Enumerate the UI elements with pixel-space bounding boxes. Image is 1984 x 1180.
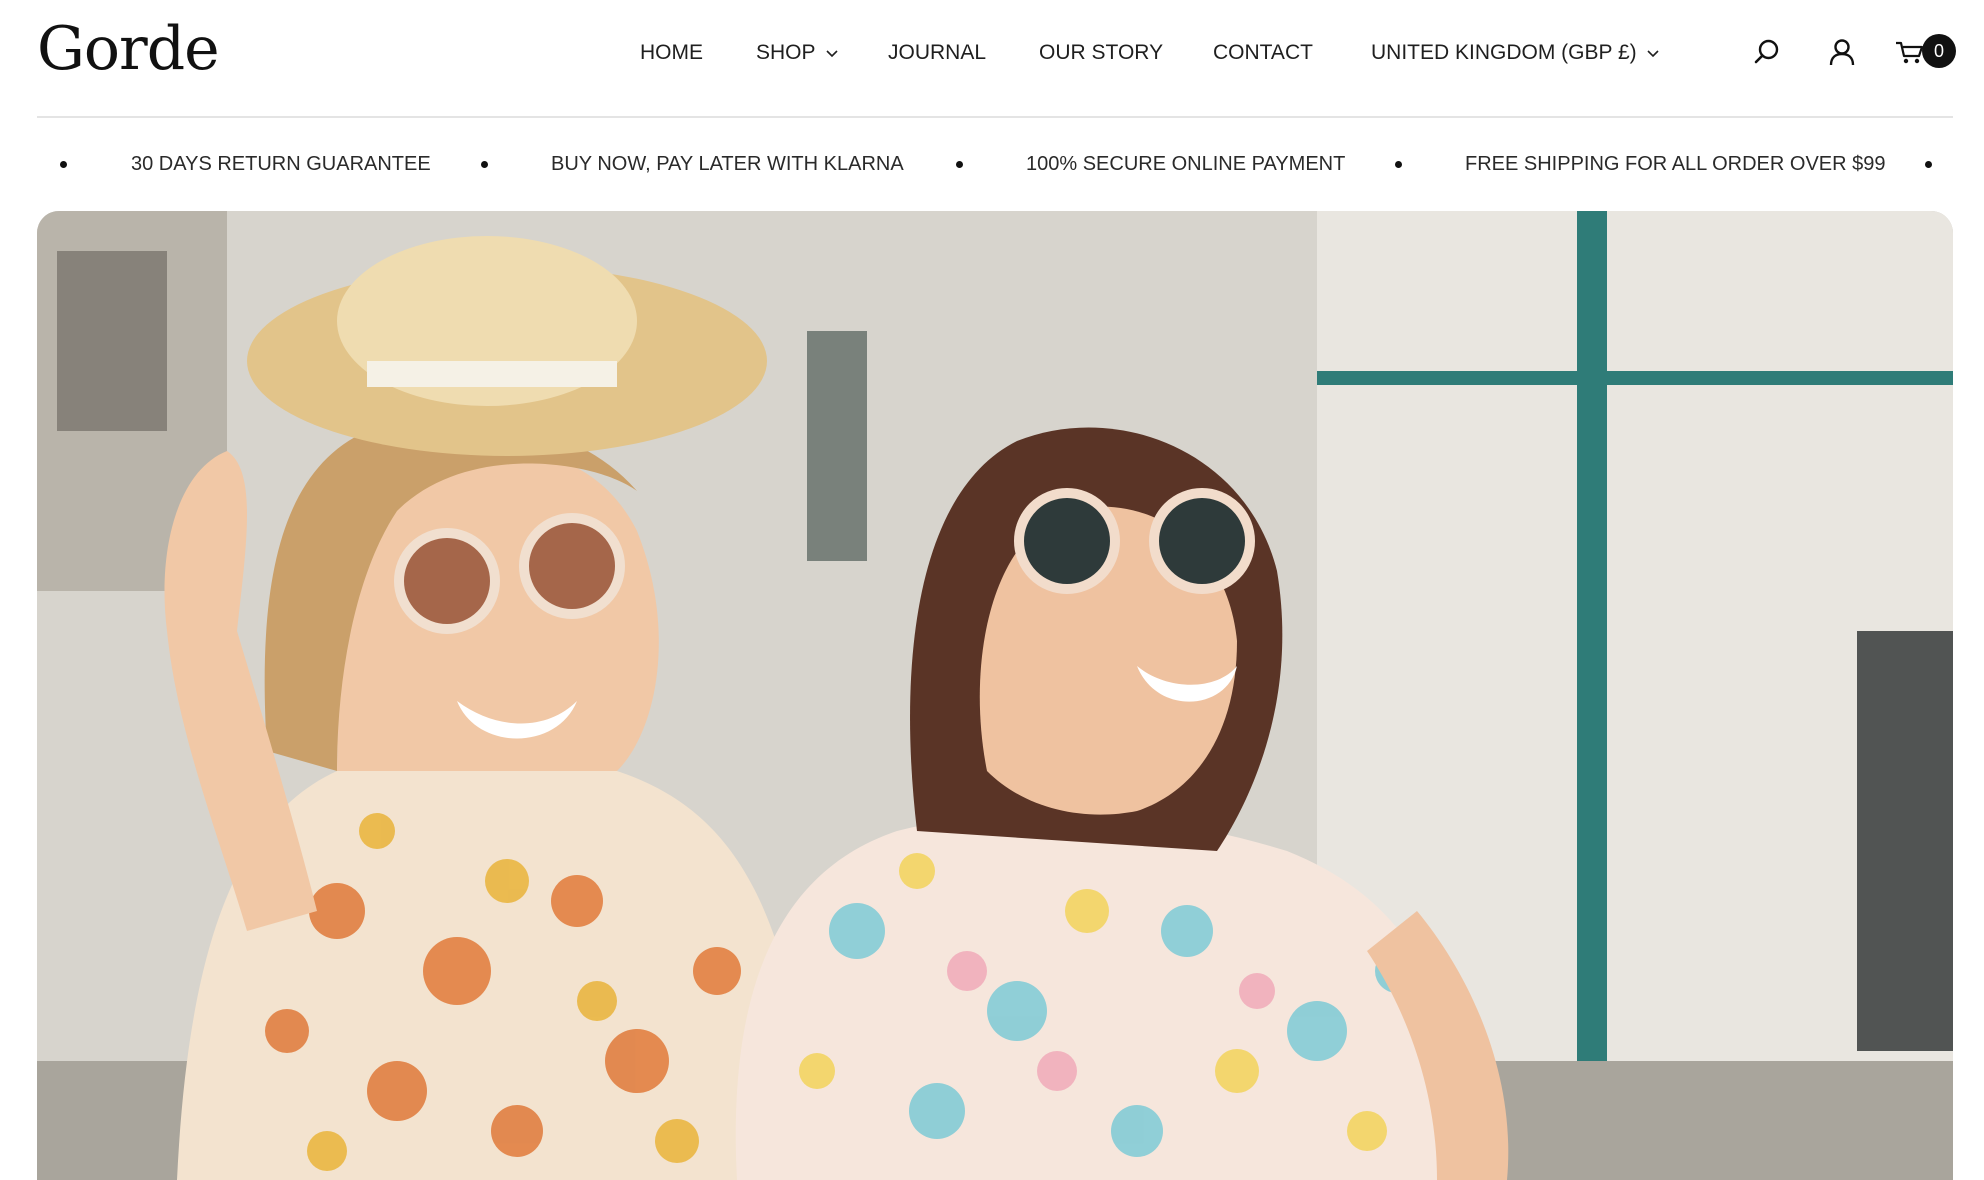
- nav-item-our-story[interactable]: OUR STORY: [1039, 38, 1163, 68]
- nav-item-label: JOURNAL: [888, 41, 987, 64]
- hero-image: [37, 211, 1953, 1180]
- nav-item-label: HOME: [640, 41, 703, 64]
- nav-item-label: CONTACT: [1213, 41, 1313, 64]
- hero-banner[interactable]: [37, 211, 1953, 1180]
- ticker-item: FREE SHIPPING FOR ALL ORDER OVER $99: [1465, 153, 1886, 175]
- search-button[interactable]: [1747, 32, 1787, 72]
- ticker-separator: [60, 161, 67, 168]
- cart-count-badge: 0: [1922, 34, 1956, 68]
- ticker-separator: [956, 161, 963, 168]
- ticker-item: 100% SECURE ONLINE PAYMENT: [1026, 153, 1346, 175]
- nav-item-label: OUR STORY: [1039, 41, 1164, 64]
- nav-item-label: SHOP: [756, 41, 816, 64]
- chevron-down-icon: [1647, 50, 1659, 58]
- announcement-ticker: 30 DAYS RETURN GUARANTEE BUY NOW, PAY LA…: [37, 118, 1953, 208]
- nav-item-contact[interactable]: CONTACT: [1213, 38, 1313, 68]
- search-icon: [1754, 39, 1779, 64]
- ticker-separator: [481, 161, 488, 168]
- nav-item-journal[interactable]: JOURNAL: [888, 38, 986, 68]
- locale-selector[interactable]: UNITED KINGDOM (GBP £): [1371, 38, 1661, 68]
- ticker-separator: [1925, 161, 1932, 168]
- site-header: Gorde HOME SHOP JOURNAL OUR STORY CONTAC…: [37, 0, 1956, 118]
- user-icon: [1829, 39, 1855, 66]
- ticker-item: BUY NOW, PAY LATER WITH KLARNA: [551, 153, 904, 175]
- nav-item-shop[interactable]: SHOP: [756, 38, 840, 68]
- ticker-item: 30 DAYS RETURN GUARANTEE: [131, 153, 431, 175]
- nav-item-home[interactable]: HOME: [640, 38, 703, 68]
- locale-label: UNITED KINGDOM (GBP £): [1371, 41, 1637, 64]
- account-button[interactable]: [1822, 32, 1862, 72]
- chevron-down-icon: [825, 50, 838, 58]
- brand-logo[interactable]: Gorde: [37, 12, 220, 86]
- ticker-separator: [1395, 161, 1402, 168]
